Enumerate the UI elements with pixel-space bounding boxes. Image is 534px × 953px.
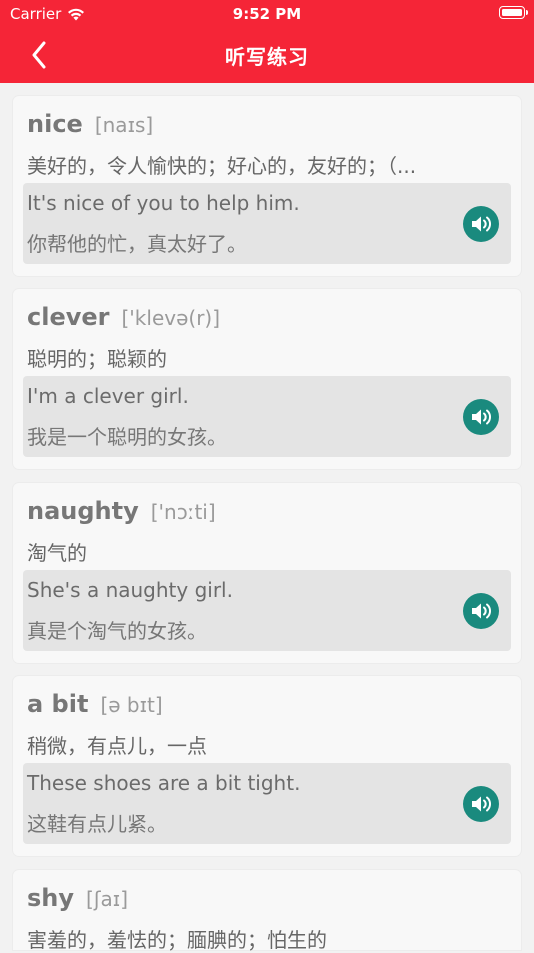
word-text: clever [27, 303, 110, 331]
play-audio-button[interactable] [463, 593, 499, 629]
word-card: nice [naɪs] 美好的，令人愉快的；好心的，友好的；（... It's … [13, 96, 521, 276]
page-title: 听写练习 [225, 45, 309, 69]
meaning-text: 稍微，有点儿，一点 [27, 734, 207, 758]
example-english: These shoes are a bit tight. [27, 771, 301, 795]
example-english: It's nice of you to help him. [27, 191, 300, 215]
example-english: She's a naughty girl. [27, 578, 233, 602]
meaning-text: 美好的，令人愉快的；好心的，友好的；（... [27, 154, 417, 178]
word-heading: naughty ['nɔːti] [27, 497, 216, 525]
example-chinese: 我是一个聪明的女孩。 [27, 425, 227, 449]
play-audio-button[interactable] [463, 206, 499, 242]
speaker-icon [472, 409, 491, 425]
example-box: It's nice of you to help him. 你帮他的忙，真太好了… [23, 183, 511, 264]
speaker-icon [472, 796, 491, 812]
word-heading: nice [naɪs] [27, 110, 153, 138]
example-chinese: 这鞋有点儿紧。 [27, 812, 167, 836]
word-card: a bit [ə bɪt] 稍微，有点儿，一点 These shoes are … [13, 676, 521, 856]
example-chinese: 真是个淘气的女孩。 [27, 619, 207, 643]
phonetic-text: [naɪs] [94, 113, 154, 137]
phonetic-text: ['klevə(r)] [121, 306, 221, 330]
phonetic-text: ['nɔːti] [150, 500, 216, 524]
status-time: 9:52 PM [232, 5, 302, 23]
word-heading: shy [ʃaɪ] [27, 884, 128, 912]
play-audio-button[interactable] [463, 786, 499, 822]
meaning-text: 淘气的 [27, 541, 87, 565]
word-text: shy [27, 884, 75, 912]
example-english: I'm a clever girl. [27, 384, 189, 408]
word-text: nice [27, 110, 83, 138]
phonetic-text: [ə bɪt] [100, 693, 163, 717]
battery-icon [499, 6, 528, 19]
word-card: clever ['klevə(r)] 聪明的；聪颖的 I'm a clever … [13, 289, 521, 469]
word-text: naughty [27, 497, 139, 525]
word-heading: clever ['klevə(r)] [27, 303, 220, 331]
speaker-icon [472, 603, 491, 619]
nav-bar: 听写练习 [0, 28, 534, 83]
meaning-text: 聪明的；聪颖的 [27, 347, 167, 371]
example-box: These shoes are a bit tight. 这鞋有点儿紧。 [23, 763, 511, 844]
example-box: She's a naughty girl. 真是个淘气的女孩。 [23, 570, 511, 651]
word-card: naughty ['nɔːti] 淘气的 She's a naughty gir… [13, 483, 521, 663]
meaning-text: 害羞的，羞怯的；腼腆的；怕生的 [27, 928, 327, 952]
word-text: a bit [27, 690, 89, 718]
status-bar: Carrier 9:52 PM [0, 0, 534, 28]
speaker-icon [472, 216, 491, 232]
word-card: shy [ʃaɪ] 害羞的，羞怯的；腼腆的；怕生的 [13, 870, 521, 952]
example-chinese: 你帮他的忙，真太好了。 [27, 232, 247, 256]
play-audio-button[interactable] [463, 399, 499, 435]
word-heading: a bit [ə bɪt] [27, 690, 163, 718]
phonetic-text: [ʃaɪ] [86, 887, 129, 911]
example-box: I'm a clever girl. 我是一个聪明的女孩。 [23, 376, 511, 457]
